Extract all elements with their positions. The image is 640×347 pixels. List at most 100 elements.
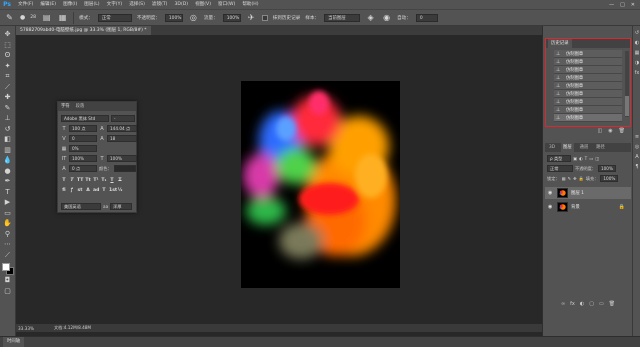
history-state[interactable]: ⊥ 仿制图章 (554, 98, 622, 106)
layer-mask-icon[interactable]: ▢ (589, 299, 594, 309)
lock-pixels-icon[interactable]: ✎ (568, 176, 572, 181)
eye-icon[interactable]: ◉ (548, 204, 554, 210)
language-select[interactable]: 美国英语 (61, 203, 101, 210)
menu-edit[interactable]: 编辑(E) (40, 0, 56, 9)
new-group-icon[interactable]: ▭ (599, 299, 604, 309)
adjustments-panel-icon[interactable]: ◑ (634, 60, 640, 67)
kerning-input[interactable]: 0 (69, 135, 97, 142)
all-caps-button[interactable]: TT (77, 177, 83, 184)
layer-row[interactable]: ◉ 背景 🔒 (545, 201, 631, 213)
titling-alternates-button[interactable]: T (101, 187, 107, 194)
font-family-select[interactable]: Adobe 黑体 Std (61, 115, 109, 122)
eye-icon[interactable]: ◉ (548, 190, 554, 196)
shape-tool-icon[interactable]: ▭ (2, 209, 14, 219)
tab-history[interactable]: 历史记录 (548, 39, 572, 48)
path-select-tool-icon[interactable]: ▶ (2, 198, 14, 208)
hand-tool-icon[interactable]: ✋ (2, 219, 14, 229)
eyedropper-active-icon[interactable]: ⟋ (2, 251, 14, 261)
ordinals-button[interactable]: 1st (109, 187, 117, 194)
font-size-input[interactable]: 100 点 (69, 125, 97, 132)
small-caps-button[interactable]: Tt (85, 177, 91, 184)
font-style-select[interactable]: - (111, 115, 135, 122)
pressure-opacity-icon[interactable]: ◎ (188, 12, 199, 23)
sample-select[interactable]: 当前图层 (324, 13, 361, 22)
snapshot-icon[interactable]: ◉ (608, 127, 612, 135)
tab-3d[interactable]: 3D (547, 143, 557, 152)
history-scroll-thumb[interactable] (625, 96, 629, 116)
tab-paragraph[interactable]: 段落 (76, 102, 85, 111)
ignore-adjustment-icon[interactable]: ◈ (365, 12, 376, 23)
color-panel-icon[interactable]: ◐ (634, 40, 640, 47)
maximize-button[interactable]: □ (620, 2, 625, 8)
lock-position-icon[interactable]: ✥ (573, 176, 577, 181)
discretionary-ligature-button[interactable]: ꝭ (69, 187, 75, 194)
minimize-button[interactable]: — (609, 2, 614, 8)
layer-row[interactable]: ◉ 图层 1 (545, 187, 631, 199)
history-brush-tool-icon[interactable]: ↺ (2, 125, 14, 135)
swatches-panel-icon[interactable]: ▦ (634, 50, 640, 57)
move-tool-icon[interactable]: ✥ (2, 30, 14, 40)
menu-layer[interactable]: 图层(L) (84, 0, 99, 9)
type-tool-icon[interactable]: T (2, 188, 14, 198)
delete-state-icon[interactable]: 🗑 (619, 127, 625, 135)
lasso-tool-icon[interactable]: ʘ (2, 51, 14, 61)
clone-source-icon[interactable]: ▦ (57, 12, 68, 23)
zoom-tool-icon[interactable]: ⚲ (2, 230, 14, 240)
history-state[interactable]: ⊥ 仿制图章 (554, 58, 622, 66)
pen-tool-icon[interactable]: ✒ (2, 177, 14, 187)
crop-tool-icon[interactable]: ⌗ (2, 72, 14, 82)
baseline-input[interactable]: 0 点 (69, 165, 97, 172)
quick-mask-icon[interactable]: ◘ (2, 276, 14, 286)
menu-select[interactable]: 选择(S) (129, 0, 145, 9)
brush-tool-icon[interactable]: ✎ (2, 104, 14, 114)
history-state[interactable]: ⊥ 仿制图章 (554, 90, 622, 98)
new-document-from-state-icon[interactable]: ◫ (598, 127, 603, 135)
screen-mode-icon[interactable]: ▢ (2, 287, 14, 297)
faux-italic-button[interactable]: T (69, 177, 75, 184)
history-state[interactable]: ⊥ 仿制图章 (554, 82, 622, 90)
dodge-tool-icon[interactable]: ● (2, 167, 14, 177)
document-artwork[interactable] (241, 81, 400, 288)
healing-brush-tool-icon[interactable]: ✚ (2, 93, 14, 103)
tab-timeline[interactable]: 时间轴 (3, 337, 25, 347)
foreground-color-swatch[interactable] (1, 263, 10, 271)
menu-window[interactable]: 窗口(W) (218, 0, 235, 9)
faux-bold-button[interactable]: T (61, 177, 67, 184)
erase-history-checkbox[interactable] (261, 14, 268, 21)
subscript-button[interactable]: T₁ (101, 177, 107, 184)
brush-preset-dot-icon[interactable]: ● (20, 14, 25, 21)
adjustment-layer-icon[interactable]: ◐ (580, 299, 584, 309)
character-panel-icon[interactable]: A (634, 154, 640, 161)
brush-panel-icon[interactable]: ▤ (41, 12, 52, 23)
tab-paths[interactable]: 路径 (594, 143, 607, 152)
layer-filter-select[interactable]: ρ 类型 (547, 155, 571, 162)
lock-all-icon[interactable]: 🔒 (579, 176, 584, 182)
brush-tool-icon[interactable]: ✎ (4, 12, 15, 23)
menu-file[interactable]: 文件(F) (18, 0, 33, 9)
scale-percent-input[interactable]: 0% (69, 145, 97, 152)
fractions-button[interactable]: ½ (117, 187, 123, 194)
strikethrough-button[interactable]: T (117, 177, 123, 184)
underline-button[interactable]: T (109, 177, 115, 184)
flow-input[interactable]: 100% (222, 13, 241, 22)
tab-character[interactable]: 字符 (61, 102, 70, 111)
filter-shape-icon[interactable]: ▭ (589, 156, 593, 161)
layer-opacity-input[interactable]: 100% (597, 165, 616, 172)
filter-smart-icon[interactable]: ◫ (595, 156, 599, 161)
history-panel-icon[interactable]: ↺ (634, 30, 640, 37)
marquee-tool-icon[interactable]: ⬚ (2, 41, 14, 51)
layer-style-icon[interactable]: fx (570, 299, 575, 309)
close-button[interactable]: ✕ (631, 2, 635, 8)
swash-button[interactable]: A (85, 187, 91, 194)
paragraph-panel-icon[interactable]: ¶ (634, 164, 640, 171)
quick-select-tool-icon[interactable]: ✦ (2, 62, 14, 72)
tracking-input[interactable]: 18 (107, 135, 137, 142)
tab-layers[interactable]: 图层 (561, 143, 574, 152)
history-scrollbar[interactable] (625, 51, 629, 117)
lock-transparent-icon[interactable]: ▦ (562, 176, 566, 181)
mode-select[interactable]: 正常 (97, 13, 132, 22)
menu-view[interactable]: 视图(V) (195, 0, 211, 9)
ligature-button[interactable]: fi (61, 187, 67, 194)
filter-pixel-icon[interactable]: ▣ (573, 156, 577, 161)
blur-tool-icon[interactable]: 💧 (2, 156, 14, 166)
